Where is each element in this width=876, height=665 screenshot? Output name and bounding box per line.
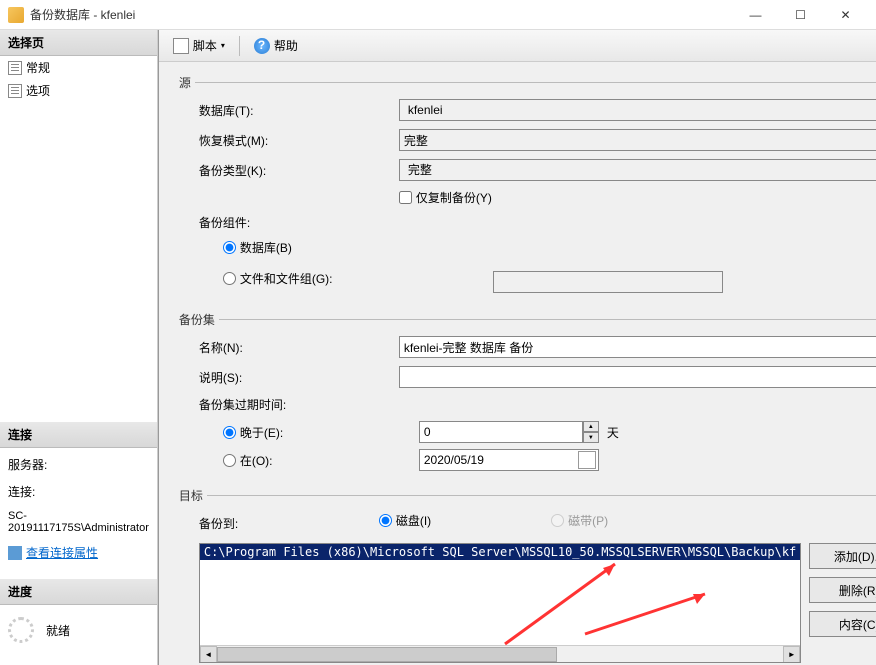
spinner-up-button[interactable]: ▲ bbox=[583, 421, 599, 432]
server-label: 服务器: bbox=[8, 456, 149, 473]
horizontal-scrollbar[interactable]: ◄ ► bbox=[200, 645, 800, 662]
link-icon bbox=[8, 546, 22, 560]
database-label: 数据库(T): bbox=[199, 102, 399, 119]
desc-input[interactable] bbox=[399, 366, 876, 388]
right-panel: 脚本 ▾ 帮助 源 数据库(T): kfenlei bbox=[158, 30, 876, 665]
left-panel: 选择页 常规 选项 连接 服务器: 连接: SC-20191117175S\Ad… bbox=[0, 30, 158, 665]
remove-button[interactable]: 删除(R) bbox=[809, 577, 876, 603]
progress-header: 进度 bbox=[0, 579, 157, 605]
select-page-header: 选择页 bbox=[0, 30, 157, 56]
destination-group: 目标 备份到: 磁盘(I) 磁带(P) bbox=[175, 487, 876, 663]
spinner-down-button[interactable]: ▼ bbox=[583, 432, 599, 443]
scroll-thumb[interactable] bbox=[217, 647, 557, 662]
files-radio-label: 文件和文件组(G): bbox=[240, 270, 333, 287]
component-label: 备份组件: bbox=[199, 214, 399, 231]
minimize-button[interactable]: — bbox=[733, 1, 778, 29]
script-icon bbox=[173, 38, 189, 54]
conn-label: 连接: bbox=[8, 483, 149, 500]
backup-type-select[interactable]: 完整 bbox=[399, 159, 876, 181]
conn-value: SC-20191117175S\Administrator bbox=[8, 510, 149, 534]
recovery-field bbox=[399, 129, 876, 151]
chevron-down-icon: ▾ bbox=[221, 41, 225, 50]
close-button[interactable]: ✕ bbox=[823, 1, 868, 29]
view-connection-link[interactable]: 查看连接属性 bbox=[8, 544, 149, 561]
database-radio[interactable] bbox=[223, 241, 236, 254]
page-icon bbox=[8, 61, 22, 75]
tape-radio-label: 磁带(P) bbox=[568, 512, 608, 529]
disk-radio[interactable] bbox=[379, 514, 392, 527]
expire-label: 备份集过期时间: bbox=[199, 396, 399, 413]
nav-options[interactable]: 选项 bbox=[0, 79, 157, 102]
on-radio[interactable] bbox=[223, 454, 236, 467]
backup-set-group: 备份集 名称(N): 说明(S): 备份集过期时间: bbox=[175, 311, 876, 477]
database-select[interactable]: kfenlei bbox=[399, 99, 876, 121]
progress-status: 就绪 bbox=[46, 622, 70, 639]
page-icon bbox=[8, 84, 22, 98]
connection-header: 连接 bbox=[0, 422, 157, 448]
on-label: 在(O): bbox=[240, 452, 273, 469]
destination-path[interactable]: C:\Program Files (x86)\Microsoft SQL Ser… bbox=[200, 544, 800, 560]
files-radio[interactable] bbox=[223, 272, 236, 285]
nav-general-label: 常规 bbox=[26, 59, 50, 76]
destination-legend: 目标 bbox=[175, 487, 207, 504]
nav-general[interactable]: 常规 bbox=[0, 56, 157, 79]
after-unit: 天 bbox=[607, 424, 619, 441]
files-field bbox=[493, 271, 723, 293]
view-connection-label: 查看连接属性 bbox=[26, 544, 98, 561]
maximize-button[interactable]: ☐ bbox=[778, 1, 823, 29]
destination-list[interactable]: C:\Program Files (x86)\Microsoft SQL Ser… bbox=[199, 543, 801, 663]
help-label: 帮助 bbox=[274, 37, 298, 54]
desc-label: 说明(S): bbox=[199, 369, 399, 386]
script-button[interactable]: 脚本 ▾ bbox=[167, 35, 231, 56]
disk-radio-label: 磁盘(I) bbox=[396, 512, 431, 529]
after-radio[interactable] bbox=[223, 426, 236, 439]
on-date-input[interactable]: 2020/05/19 bbox=[419, 449, 599, 471]
add-button[interactable]: 添加(D)... bbox=[809, 543, 876, 569]
progress-spinner-icon bbox=[8, 617, 34, 643]
on-date-value: 2020/05/19 bbox=[420, 453, 578, 467]
backup-to-label: 备份到: bbox=[199, 515, 379, 532]
toolbar-separator bbox=[239, 36, 240, 56]
source-group: 源 数据库(T): kfenlei 恢复模式(M): 备 bbox=[175, 74, 876, 301]
backup-set-legend: 备份集 bbox=[175, 311, 219, 328]
tape-radio bbox=[551, 514, 564, 527]
toolbar: 脚本 ▾ 帮助 bbox=[159, 30, 876, 62]
contents-button[interactable]: 内容(C) bbox=[809, 611, 876, 637]
after-days-input[interactable] bbox=[419, 421, 583, 443]
scroll-left-button[interactable]: ◄ bbox=[200, 646, 217, 663]
app-icon bbox=[8, 7, 24, 23]
name-label: 名称(N): bbox=[199, 339, 399, 356]
help-button[interactable]: 帮助 bbox=[248, 35, 304, 56]
source-legend: 源 bbox=[175, 74, 195, 91]
titlebar: 备份数据库 - kfenlei — ☐ ✕ bbox=[0, 0, 876, 30]
scroll-right-button[interactable]: ► bbox=[783, 646, 800, 663]
nav-options-label: 选项 bbox=[26, 82, 50, 99]
name-input[interactable] bbox=[399, 336, 876, 358]
help-icon bbox=[254, 38, 270, 54]
recovery-label: 恢复模式(M): bbox=[199, 132, 399, 149]
script-label: 脚本 bbox=[193, 37, 217, 54]
window-title: 备份数据库 - kfenlei bbox=[30, 6, 733, 23]
copy-only-label: 仅复制备份(Y) bbox=[416, 189, 492, 206]
calendar-icon[interactable] bbox=[578, 451, 596, 469]
backup-type-label: 备份类型(K): bbox=[199, 162, 399, 179]
copy-only-checkbox[interactable] bbox=[399, 191, 412, 204]
database-radio-label: 数据库(B) bbox=[240, 239, 292, 256]
after-label: 晚于(E): bbox=[240, 424, 283, 441]
